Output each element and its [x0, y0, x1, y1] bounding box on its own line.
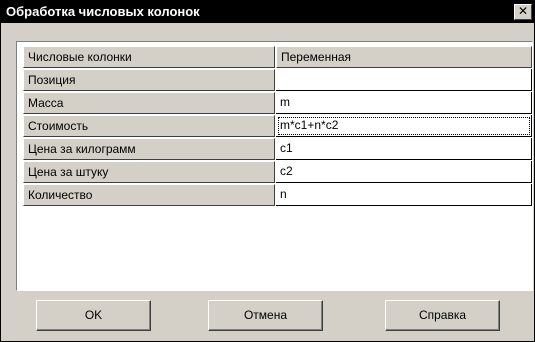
- close-button[interactable]: ✕: [514, 4, 532, 20]
- row-header-price-per-unit[interactable]: Цена за штуку: [23, 161, 275, 183]
- row-header-price-per-kg[interactable]: Цена за килограмм: [23, 138, 275, 160]
- variable-cell-position[interactable]: [276, 69, 532, 91]
- variable-cell-mass[interactable]: m: [276, 92, 532, 114]
- help-button[interactable]: Справка: [385, 300, 500, 331]
- row-header-position[interactable]: Позиция: [23, 69, 275, 91]
- column-header-numeric-columns[interactable]: Числовые колонки: [23, 46, 275, 68]
- row-header-cost[interactable]: Стоимость: [23, 115, 275, 137]
- title-bar[interactable]: Обработка числовых колонок ✕: [1, 1, 534, 23]
- row-header-mass[interactable]: Масса: [23, 92, 275, 114]
- table-row: Цена за штуку c2: [23, 161, 532, 184]
- table-row: Масса m: [23, 92, 532, 115]
- column-header-variable[interactable]: Переменная: [276, 46, 532, 68]
- grid-table: Числовые колонки Переменная Позиция Масс…: [23, 46, 532, 207]
- table-row: Стоимость m*c1+n*c2: [23, 115, 532, 138]
- variable-cell-cost[interactable]: m*c1+n*c2: [276, 115, 532, 137]
- table-row: Цена за килограмм c1: [23, 138, 532, 161]
- cancel-button[interactable]: Отмена: [208, 300, 323, 331]
- row-header-quantity[interactable]: Количество: [23, 184, 275, 206]
- table-row: Позиция: [23, 69, 532, 92]
- table-row: Количество n: [23, 184, 532, 207]
- variable-cell-price-per-unit[interactable]: c2: [276, 161, 532, 183]
- ok-button[interactable]: OK: [36, 300, 151, 331]
- close-icon: ✕: [517, 4, 529, 18]
- grid-header-row: Числовые колонки Переменная: [23, 46, 532, 69]
- variable-cell-quantity[interactable]: n: [276, 184, 532, 206]
- variable-cell-price-per-kg[interactable]: c1: [276, 138, 532, 160]
- dialog-title: Обработка числовых колонок: [6, 4, 200, 19]
- variables-grid[interactable]: Числовые колонки Переменная Позиция Масс…: [16, 41, 533, 291]
- dialog-window: Обработка числовых колонок ✕ Числовые ко…: [0, 0, 535, 342]
